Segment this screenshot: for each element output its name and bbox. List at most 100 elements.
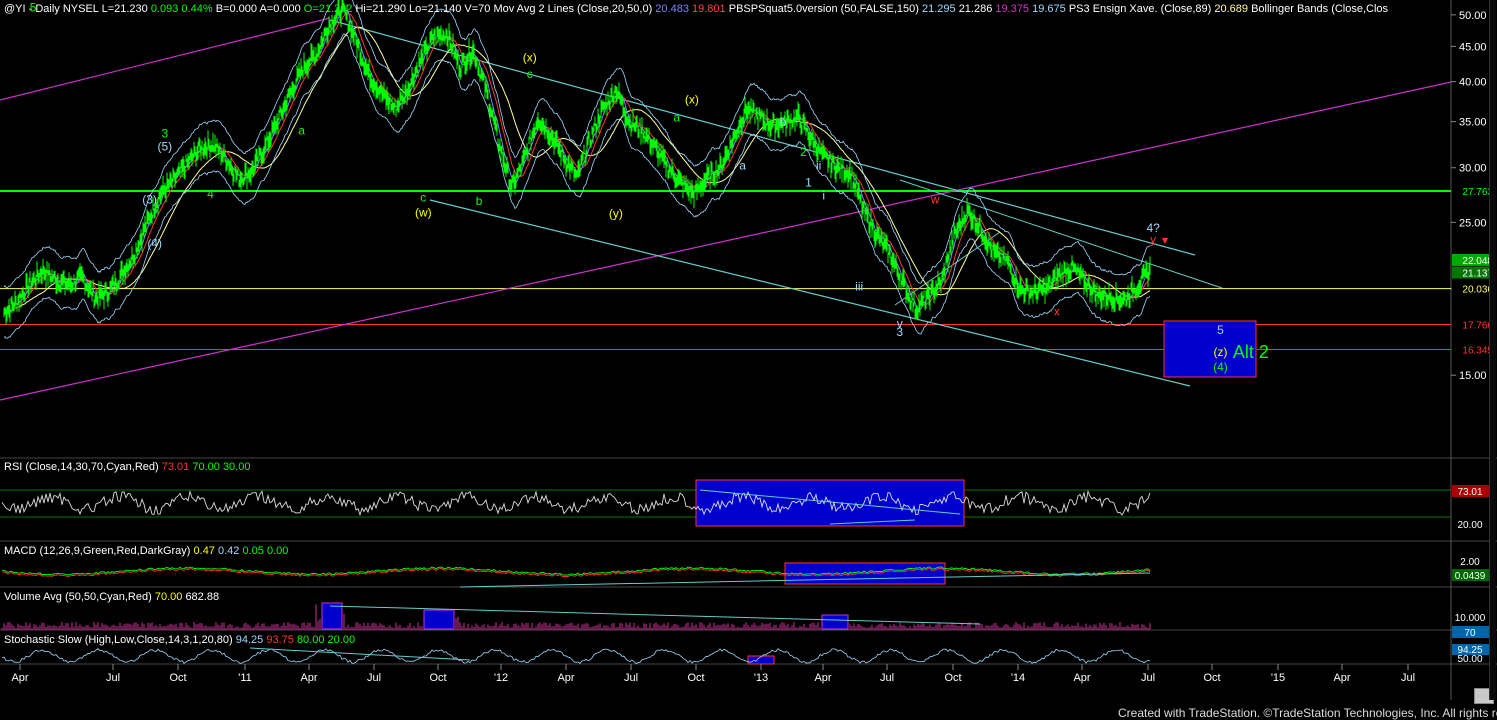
rsi-label: RSI (Close,14,30,70,Cyan,Red) bbox=[4, 461, 159, 473]
macd-label: MACD (12,26,9,Green,Red,DarkGray) bbox=[4, 545, 191, 557]
wave-label-c: c bbox=[420, 191, 426, 205]
volume-box-2 bbox=[423, 609, 455, 630]
wave-label-5: 5 bbox=[1217, 323, 1224, 337]
pbs-value-4: 19.675 bbox=[1032, 3, 1066, 15]
macd-header: MACD (12,26,9,Green,Red,DarkGray) 0.47 0… bbox=[4, 545, 288, 558]
x-tick-label: Apr bbox=[1073, 672, 1090, 684]
wave-label-i: i bbox=[822, 188, 825, 202]
open-label: O=21.202 bbox=[303, 3, 353, 15]
rsi-axis-value: 73.01 bbox=[1457, 487, 1482, 498]
x-tick-label: Apr bbox=[557, 672, 574, 684]
ma50-line bbox=[3, 13, 1151, 314]
volume-value-1: 70.00 bbox=[154, 591, 183, 603]
ma-value-1: 20.483 bbox=[655, 3, 689, 15]
x-tick-label: Oct bbox=[169, 672, 186, 684]
x-tick-label: Oct bbox=[1203, 672, 1220, 684]
macd-signal-line bbox=[1, 568, 1151, 577]
pbs-value-2: 21.286 bbox=[958, 3, 993, 15]
macd-value-3: 0.05 bbox=[242, 545, 264, 557]
y-tick-label: 15.00 bbox=[1459, 370, 1487, 382]
macd-axis-top: 2.00 bbox=[1460, 557, 1480, 568]
y-tick-label: 45.00 bbox=[1459, 41, 1487, 53]
wave-label-2: 2 bbox=[800, 145, 807, 159]
stoch-axis-low: 50.00 bbox=[1457, 654, 1482, 665]
arrow-down-icon bbox=[1162, 238, 1168, 244]
x-tick-label: '12 bbox=[494, 672, 508, 684]
wave-label-3: 3 bbox=[896, 325, 903, 339]
rsi-value-3: 30.00 bbox=[222, 461, 251, 473]
rsi-value-2: 70.00 bbox=[192, 461, 220, 473]
purple-upper-line bbox=[0, 17, 331, 101]
x-tick-label: Jul bbox=[367, 672, 381, 684]
wave-label-b: b bbox=[780, 115, 787, 129]
wave-label-y: y bbox=[1150, 232, 1156, 246]
x-tick-label: '15 bbox=[1271, 672, 1285, 684]
bb-label: Bollinger Bands (Close,Clos bbox=[1251, 3, 1389, 15]
footer-copyright: Created with TradeStation. ©TradeStation… bbox=[1118, 706, 1497, 720]
x-tick-label: Apr bbox=[814, 672, 831, 684]
x-tick-label: Oct bbox=[944, 672, 961, 684]
x-tick-label: Oct bbox=[429, 672, 446, 684]
pbs-value-1: 21.295 bbox=[921, 3, 956, 15]
x-tick-label: Jul bbox=[1401, 672, 1415, 684]
channel-upper-line bbox=[329, 19, 1196, 256]
volume-axis-value: 70 bbox=[1464, 628, 1476, 639]
x-tick-label: Apr bbox=[300, 672, 317, 684]
wave-label-x: x bbox=[1054, 305, 1060, 319]
wave-label-4: (4) bbox=[147, 236, 162, 250]
wave-label-a: a bbox=[298, 124, 305, 138]
x-tick-label: '13 bbox=[754, 672, 768, 684]
macd-value-1: 0.47 bbox=[193, 545, 215, 557]
ask-label: A=0.000 bbox=[259, 3, 301, 15]
header-line: @YI - Daily NYSEL L=21.230 0.093 0.44% B… bbox=[4, 3, 1388, 16]
wave-label-w: w bbox=[930, 193, 940, 207]
volume-header: Volume Avg (50,50,Cyan,Red) 70.00 682.88 bbox=[4, 591, 219, 604]
rsi-axis-low: 20.00 bbox=[1457, 520, 1482, 531]
y-tick-label: 40.00 bbox=[1459, 77, 1487, 89]
vertical-scrollbar[interactable] bbox=[1489, 0, 1496, 700]
symbol-label: @YI - Daily NYSEL bbox=[4, 3, 99, 15]
wave-label-c: c bbox=[527, 67, 533, 81]
volume-value-2: 682.88 bbox=[185, 591, 220, 603]
volume-avg-label: Volume Avg (50,50,Cyan,Red) bbox=[4, 591, 152, 603]
x-tick-label: Apr bbox=[1333, 672, 1350, 684]
x-tick-label: Jul bbox=[106, 672, 120, 684]
wave-label-Alt2: Alt 2 bbox=[1233, 342, 1269, 362]
stoch-value-3: 80.00 bbox=[296, 634, 325, 646]
bollinger-upper bbox=[3, 0, 1151, 289]
wave-label-y: (y) bbox=[609, 207, 623, 221]
wave-label-4: 4 bbox=[207, 187, 214, 201]
y-tick-label: 25.00 bbox=[1459, 217, 1487, 229]
wave-label-a: a bbox=[739, 159, 746, 173]
wave-label-a: a bbox=[673, 111, 680, 125]
macd-value-2: 0.42 bbox=[218, 545, 240, 557]
price-bars bbox=[3, 0, 1151, 325]
x-tick-label: Jul bbox=[880, 672, 894, 684]
wave-label-x: (x) bbox=[685, 92, 699, 106]
wave-label-x: (x) bbox=[523, 50, 537, 64]
ps3-value: 20.689 bbox=[1214, 3, 1249, 15]
volume-bars bbox=[1, 603, 1151, 630]
rsi-box bbox=[695, 479, 965, 527]
wave-label-w: (w) bbox=[415, 205, 432, 219]
pbs-value-3: 19.375 bbox=[995, 3, 1030, 15]
wave-label-3: 3 bbox=[161, 126, 168, 140]
pbs-label: PBSPSquat5.0version (50,FALSE,150) bbox=[728, 3, 919, 15]
volume-label: V=70 bbox=[464, 3, 491, 15]
x-tick-label: Oct bbox=[687, 672, 704, 684]
price-chart: 50.00 45.00 40.00 35.00 30.00 25.00 20.00 15.00… bbox=[0, 0, 1497, 700]
wave-label-3: (3) bbox=[142, 193, 157, 207]
y-tick-label: 35.00 bbox=[1459, 117, 1487, 129]
x-tick-label: Jul bbox=[624, 672, 638, 684]
wave-label-z: (z) bbox=[1213, 345, 1227, 359]
wave-label-1: 1 bbox=[805, 175, 812, 189]
stoch-value-4: 20.00 bbox=[327, 634, 356, 646]
ma-value-2: 19.801 bbox=[692, 3, 726, 15]
stoch-label: Stochastic Slow (High,Low,Close,14,3,1,2… bbox=[4, 634, 233, 646]
rsi-line bbox=[1, 489, 1151, 517]
high-label: Hi=21.290 bbox=[355, 3, 406, 15]
stoch-trend-line bbox=[249, 647, 471, 661]
wave-label-4: (4) bbox=[1213, 360, 1228, 374]
ma-label: Mov Avg 2 Lines (Close,20,50,0) bbox=[493, 3, 653, 15]
stoch-k-line bbox=[1, 648, 1150, 664]
